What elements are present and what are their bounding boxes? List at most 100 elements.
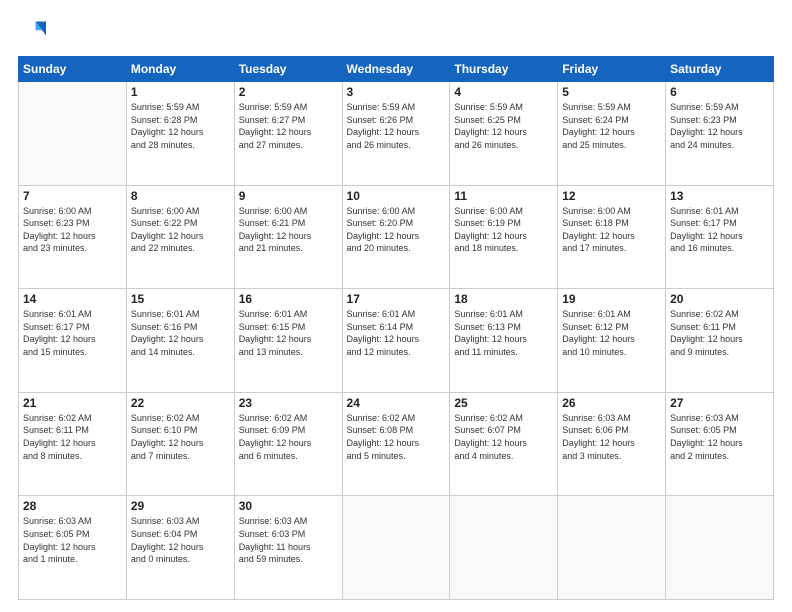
day-number: 21 xyxy=(23,396,122,410)
calendar-day-cell: 10 Sunrise: 6:00 AM Sunset: 6:20 PM Dayli… xyxy=(342,185,450,289)
header xyxy=(18,18,774,46)
calendar-day-cell: 11 Sunrise: 6:00 AM Sunset: 6:19 PM Dayli… xyxy=(450,185,558,289)
day-number: 12 xyxy=(562,189,661,203)
calendar-day-cell: 14 Sunrise: 6:01 AM Sunset: 6:17 PM Dayli… xyxy=(19,289,127,393)
day-info: Sunrise: 6:01 AM Sunset: 6:15 PM Dayligh… xyxy=(239,308,338,358)
day-info: Sunrise: 6:03 AM Sunset: 6:05 PM Dayligh… xyxy=(670,412,769,462)
calendar-day-cell: 12Sunrise: 6:00 AM Sunset: 6:18 PM Dayli… xyxy=(558,185,666,289)
calendar-day-cell: 29 Sunrise: 6:03 AM Sunset: 6:04 PM Dayli… xyxy=(126,496,234,600)
calendar-day-cell: 3 Sunrise: 5:59 AM Sunset: 6:26 PM Daylig… xyxy=(342,82,450,186)
calendar-day-cell: 27 Sunrise: 6:03 AM Sunset: 6:05 PM Dayli… xyxy=(666,392,774,496)
day-info: Sunrise: 6:02 AM Sunset: 6:10 PM Dayligh… xyxy=(131,412,230,462)
day-number: 18 xyxy=(454,292,553,306)
calendar-day-cell: 1 Sunrise: 5:59 AM Sunset: 6:28 PM Daylig… xyxy=(126,82,234,186)
logo xyxy=(18,18,50,46)
day-number: 2 xyxy=(239,85,338,99)
calendar-day-cell: 25 Sunrise: 6:02 AM Sunset: 6:07 PM Dayli… xyxy=(450,392,558,496)
day-info: Sunrise: 6:02 AM Sunset: 6:08 PM Dayligh… xyxy=(347,412,446,462)
day-number: 25 xyxy=(454,396,553,410)
day-number: 20 xyxy=(670,292,769,306)
calendar-table: SundayMondayTuesdayWednesdayThursdayFrid… xyxy=(18,56,774,600)
day-info: Sunrise: 6:03 AM Sunset: 6:03 PM Dayligh… xyxy=(239,515,338,565)
calendar-day-cell xyxy=(342,496,450,600)
calendar-day-cell: 7 Sunrise: 6:00 AM Sunset: 6:23 PM Daylig… xyxy=(19,185,127,289)
calendar-day-cell: 13 Sunrise: 6:01 AM Sunset: 6:17 PM Dayli… xyxy=(666,185,774,289)
calendar-day-cell: 26 Sunrise: 6:03 AM Sunset: 6:06 PM Dayli… xyxy=(558,392,666,496)
day-number: 23 xyxy=(239,396,338,410)
day-number: 7 xyxy=(23,189,122,203)
day-info: Sunrise: 6:02 AM Sunset: 6:11 PM Dayligh… xyxy=(670,308,769,358)
day-number: 4 xyxy=(454,85,553,99)
calendar-header-row: SundayMondayTuesdayWednesdayThursdayFrid… xyxy=(19,57,774,82)
day-info: Sunrise: 5:59 AM Sunset: 6:24 PM Dayligh… xyxy=(562,101,661,151)
calendar-week-row: 21 Sunrise: 6:02 AM Sunset: 6:11 PM Dayli… xyxy=(19,392,774,496)
calendar-day-cell: 5Sunrise: 5:59 AM Sunset: 6:24 PM Daylig… xyxy=(558,82,666,186)
day-info: Sunrise: 6:02 AM Sunset: 6:11 PM Dayligh… xyxy=(23,412,122,462)
day-number: 24 xyxy=(347,396,446,410)
day-number: 1 xyxy=(131,85,230,99)
day-info: Sunrise: 6:03 AM Sunset: 6:06 PM Dayligh… xyxy=(562,412,661,462)
day-number: 10 xyxy=(347,189,446,203)
day-info: Sunrise: 5:59 AM Sunset: 6:25 PM Dayligh… xyxy=(454,101,553,151)
day-info: Sunrise: 6:01 AM Sunset: 6:13 PM Dayligh… xyxy=(454,308,553,358)
day-of-week-header: Thursday xyxy=(450,57,558,82)
day-info: Sunrise: 6:03 AM Sunset: 6:04 PM Dayligh… xyxy=(131,515,230,565)
calendar-day-cell: 18 Sunrise: 6:01 AM Sunset: 6:13 PM Dayli… xyxy=(450,289,558,393)
calendar-day-cell: 30 Sunrise: 6:03 AM Sunset: 6:03 PM Dayli… xyxy=(234,496,342,600)
day-of-week-header: Wednesday xyxy=(342,57,450,82)
day-info: Sunrise: 6:01 AM Sunset: 6:17 PM Dayligh… xyxy=(670,205,769,255)
day-info: Sunrise: 6:02 AM Sunset: 6:07 PM Dayligh… xyxy=(454,412,553,462)
day-of-week-header: Friday xyxy=(558,57,666,82)
calendar-day-cell xyxy=(666,496,774,600)
calendar-day-cell xyxy=(450,496,558,600)
day-of-week-header: Tuesday xyxy=(234,57,342,82)
day-number: 17 xyxy=(347,292,446,306)
day-number: 14 xyxy=(23,292,122,306)
day-info: Sunrise: 6:01 AM Sunset: 6:16 PM Dayligh… xyxy=(131,308,230,358)
day-number: 6 xyxy=(670,85,769,99)
day-number: 26 xyxy=(562,396,661,410)
calendar-day-cell: 20 Sunrise: 6:02 AM Sunset: 6:11 PM Dayli… xyxy=(666,289,774,393)
day-info: Sunrise: 5:59 AM Sunset: 6:27 PM Dayligh… xyxy=(239,101,338,151)
day-info: Sunrise: 5:59 AM Sunset: 6:26 PM Dayligh… xyxy=(347,101,446,151)
day-info: Sunrise: 6:00 AM Sunset: 6:19 PM Dayligh… xyxy=(454,205,553,255)
calendar-day-cell: 21 Sunrise: 6:02 AM Sunset: 6:11 PM Dayli… xyxy=(19,392,127,496)
day-number: 27 xyxy=(670,396,769,410)
calendar-day-cell: 22 Sunrise: 6:02 AM Sunset: 6:10 PM Dayli… xyxy=(126,392,234,496)
day-of-week-header: Monday xyxy=(126,57,234,82)
day-info: Sunrise: 6:00 AM Sunset: 6:21 PM Dayligh… xyxy=(239,205,338,255)
day-number: 11 xyxy=(454,189,553,203)
day-number: 16 xyxy=(239,292,338,306)
calendar-day-cell: 6 Sunrise: 5:59 AM Sunset: 6:23 PM Daylig… xyxy=(666,82,774,186)
day-info: Sunrise: 6:01 AM Sunset: 6:14 PM Dayligh… xyxy=(347,308,446,358)
calendar-day-cell xyxy=(558,496,666,600)
calendar-day-cell: 15 Sunrise: 6:01 AM Sunset: 6:16 PM Dayli… xyxy=(126,289,234,393)
day-info: Sunrise: 6:02 AM Sunset: 6:09 PM Dayligh… xyxy=(239,412,338,462)
day-info: Sunrise: 6:01 AM Sunset: 6:12 PM Dayligh… xyxy=(562,308,661,358)
day-info: Sunrise: 6:00 AM Sunset: 6:20 PM Dayligh… xyxy=(347,205,446,255)
day-info: Sunrise: 6:01 AM Sunset: 6:17 PM Dayligh… xyxy=(23,308,122,358)
day-of-week-header: Sunday xyxy=(19,57,127,82)
day-number: 13 xyxy=(670,189,769,203)
day-info: Sunrise: 5:59 AM Sunset: 6:23 PM Dayligh… xyxy=(670,101,769,151)
calendar-day-cell: 28 Sunrise: 6:03 AM Sunset: 6:05 PM Dayli… xyxy=(19,496,127,600)
day-number: 8 xyxy=(131,189,230,203)
day-number: 30 xyxy=(239,499,338,513)
day-info: Sunrise: 6:00 AM Sunset: 6:22 PM Dayligh… xyxy=(131,205,230,255)
calendar-day-cell: 2 Sunrise: 5:59 AM Sunset: 6:27 PM Daylig… xyxy=(234,82,342,186)
day-number: 28 xyxy=(23,499,122,513)
calendar-week-row: 14 Sunrise: 6:01 AM Sunset: 6:17 PM Dayli… xyxy=(19,289,774,393)
day-number: 29 xyxy=(131,499,230,513)
day-info: Sunrise: 5:59 AM Sunset: 6:28 PM Dayligh… xyxy=(131,101,230,151)
day-number: 15 xyxy=(131,292,230,306)
calendar-day-cell: 4 Sunrise: 5:59 AM Sunset: 6:25 PM Daylig… xyxy=(450,82,558,186)
calendar-day-cell: 9Sunrise: 6:00 AM Sunset: 6:21 PM Daylig… xyxy=(234,185,342,289)
day-number: 3 xyxy=(347,85,446,99)
calendar-week-row: 28 Sunrise: 6:03 AM Sunset: 6:05 PM Dayli… xyxy=(19,496,774,600)
day-info: Sunrise: 6:00 AM Sunset: 6:23 PM Dayligh… xyxy=(23,205,122,255)
calendar-week-row: 7 Sunrise: 6:00 AM Sunset: 6:23 PM Daylig… xyxy=(19,185,774,289)
calendar-day-cell xyxy=(19,82,127,186)
day-number: 22 xyxy=(131,396,230,410)
calendar-day-cell: 19Sunrise: 6:01 AM Sunset: 6:12 PM Dayli… xyxy=(558,289,666,393)
day-info: Sunrise: 6:03 AM Sunset: 6:05 PM Dayligh… xyxy=(23,515,122,565)
